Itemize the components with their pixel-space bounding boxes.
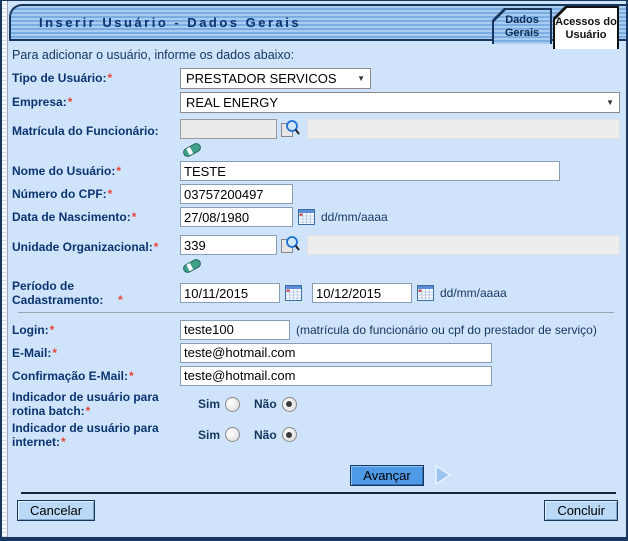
empresa-selected-value: REAL ENERGY: [186, 95, 278, 110]
nascimento-calendar-button[interactable]: [298, 209, 315, 225]
required-asterisk: *: [108, 187, 113, 201]
cpf-label: Número do CPF:*: [12, 187, 180, 201]
chevron-down-icon: ▼: [357, 74, 365, 83]
tab-dados-gerais-label: Dados Gerais: [494, 14, 550, 39]
matricula-lookup-button[interactable]: [280, 119, 300, 139]
unidade-clear-button[interactable]: [182, 257, 202, 275]
concluir-button[interactable]: Concluir: [544, 500, 618, 521]
required-asterisk: *: [132, 210, 137, 224]
internet-radio-nao[interactable]: [282, 427, 297, 442]
calendar-icon: [298, 209, 315, 225]
matricula-description-field: [307, 119, 620, 139]
internet-option-nao-label: Não: [254, 428, 277, 442]
nome-label: Nome do Usuário:*: [12, 164, 180, 178]
unidade-input[interactable]: [180, 235, 277, 255]
internet-option-sim-label: Sim: [198, 428, 220, 442]
email-confirmacao-input[interactable]: [180, 366, 492, 386]
periodo-format-hint: dd/mm/aaaa: [440, 286, 507, 300]
email-confirmacao-label: Confirmação E-Mail:*: [12, 369, 180, 383]
login-label: Login:*: [12, 323, 180, 337]
page-left-edge: [2, 1, 8, 537]
email-input[interactable]: [180, 343, 492, 363]
calendar-icon: [285, 285, 302, 301]
login-hint: (matrícula do funcionário ou cpf do pres…: [296, 323, 597, 337]
required-asterisk: *: [118, 293, 123, 307]
magnifier-icon: [280, 235, 300, 255]
matricula-label: Matrícula do Funcionário:: [12, 119, 180, 138]
batch-option-nao-label: Não: [254, 397, 277, 411]
nascimento-format-hint: dd/mm/aaaa: [321, 210, 388, 224]
calendar-icon: [417, 285, 434, 301]
cancelar-button[interactable]: Cancelar: [17, 500, 95, 521]
tipo-usuario-label: Tipo de Usuário:*: [12, 71, 180, 85]
tab-acessos-label: Acessos do Usuário: [555, 16, 617, 41]
intro-text: Para adicionar o usuário, informe os dad…: [12, 48, 626, 62]
tipo-usuario-selected-value: PRESTADOR SERVICOS: [186, 71, 337, 86]
periodo-inicio-input[interactable]: [180, 283, 280, 303]
empresa-select[interactable]: REAL ENERGY ▼: [180, 92, 620, 113]
nascimento-input[interactable]: [180, 207, 293, 227]
tab-dados-gerais[interactable]: Dados Gerais: [492, 8, 552, 44]
required-asterisk: *: [86, 404, 91, 418]
required-asterisk: *: [116, 164, 121, 178]
unidade-label: Unidade Organizacional:*: [12, 235, 180, 254]
internet-radio-sim[interactable]: [225, 427, 240, 442]
eraser-icon: [182, 257, 202, 275]
required-asterisk: *: [154, 240, 159, 254]
required-asterisk: *: [68, 95, 73, 109]
page-title: Inserir Usuário - Dados Gerais: [11, 15, 301, 30]
periodo-inicio-calendar-button[interactable]: [285, 285, 302, 301]
section-separator: [18, 312, 614, 313]
advance-arrow-icon: [434, 464, 452, 486]
tab-acessos-do-usuario[interactable]: Acessos do Usuário: [553, 6, 619, 49]
batch-label: Indicador de usuário para rotina batch:*: [12, 390, 180, 419]
internet-label: Indicador de usuário para internet:*: [12, 421, 180, 450]
chevron-down-icon: ▼: [606, 98, 614, 107]
eraser-icon: [182, 141, 202, 159]
batch-radio-sim[interactable]: [225, 397, 240, 412]
magnifier-icon: [280, 119, 300, 139]
matricula-clear-button[interactable]: [182, 141, 202, 159]
matricula-input[interactable]: [180, 119, 277, 139]
batch-option-sim-label: Sim: [198, 397, 220, 411]
unidade-lookup-button[interactable]: [280, 235, 300, 255]
empresa-label: Empresa:*: [12, 95, 180, 109]
login-input[interactable]: [180, 320, 290, 340]
periodo-fim-input[interactable]: [312, 283, 412, 303]
unidade-description-field: [307, 235, 620, 255]
cpf-input[interactable]: [180, 184, 293, 204]
required-asterisk: *: [61, 435, 66, 449]
periodo-fim-calendar-button[interactable]: [417, 285, 434, 301]
tipo-usuario-select[interactable]: PRESTADOR SERVICOS ▼: [180, 68, 371, 89]
nome-input[interactable]: [180, 161, 560, 181]
avancar-button[interactable]: Avançar: [350, 465, 423, 486]
periodo-label: Período de Cadastramento:*: [12, 279, 180, 308]
insert-user-window: Inserir Usuário - Dados Gerais Dados Ger…: [0, 0, 628, 541]
required-asterisk: *: [107, 71, 112, 85]
required-asterisk: *: [50, 323, 55, 337]
nascimento-label: Data de Nascimento:*: [12, 210, 180, 224]
email-label: E-Mail:*: [12, 346, 180, 360]
required-asterisk: *: [129, 369, 134, 383]
required-asterisk: *: [52, 346, 57, 360]
batch-radio-nao[interactable]: [282, 397, 297, 412]
